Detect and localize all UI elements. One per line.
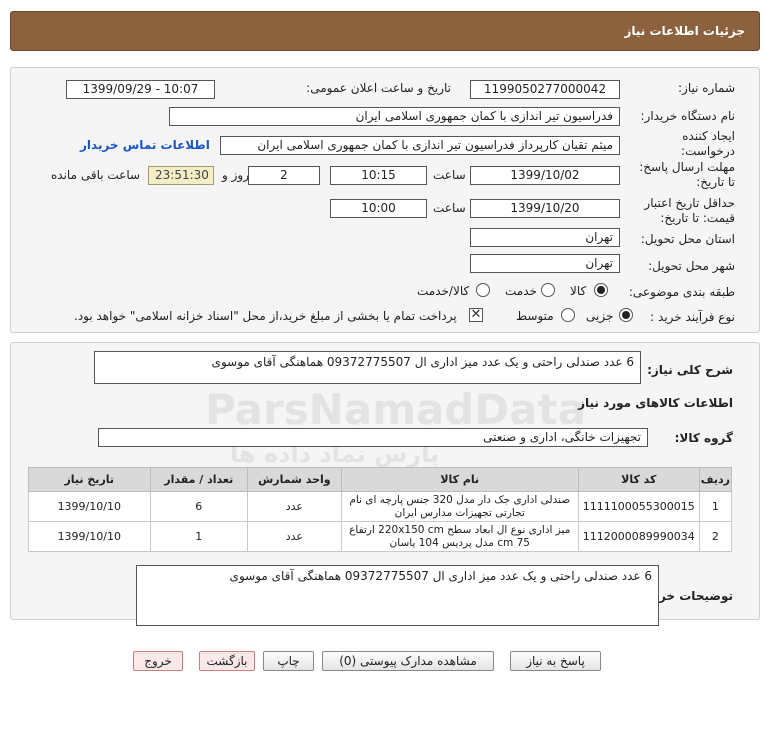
cell-qty: 1 [149,521,249,552]
cell-date: 1399/10/10 [28,491,151,522]
treasury-payment-note: پرداخت تمام یا بخشی از مبلغ خرید،از محل … [74,309,457,323]
process-radio-medium[interactable] [561,308,575,322]
page-header: جزئیات اطلاعات نیاز [10,11,760,51]
validity-time-field: 10:00 [330,199,427,218]
remaining-timer: 23:51:30 [148,166,214,185]
col-header-name: نام کالا [340,467,579,492]
process-option-minor: جزیی [586,309,614,323]
deadline-time-label: ساعت [433,168,466,182]
print-button[interactable]: چاپ [263,651,314,671]
summary-field: 6 عدد صندلی راحتی و یک عدد میز اداری ال … [94,351,641,384]
col-header-qty: تعداد / مقدار [149,467,249,492]
exit-button[interactable]: خروج [133,651,183,671]
remaining-label: ساعت باقی مانده [51,168,141,182]
deadline-date-field: 1399/10/02 [470,166,620,185]
items-table: ردیف کد کالا نام کالا واحد شمارش تعداد /… [28,467,733,552]
days-count-field: 2 [248,166,320,185]
announce-date-field: 1399/09/29 - 10:07 [66,80,215,99]
col-header-unit: واحد شمارش [247,467,342,492]
province-field: تهران [470,228,620,247]
city-field: تهران [470,254,620,273]
category-radio-service[interactable] [541,283,555,297]
contact-buyer-link[interactable]: اطلاعات تماس خریدار [80,138,210,152]
process-label: نوع فرآیند خرید : [650,310,735,324]
cell-unit: عدد [247,521,342,552]
buyer-org-label: نام دستگاه خریدار: [640,109,736,123]
need-number-label: شماره نیاز: [678,81,735,95]
category-radio-goods-service[interactable] [476,283,490,297]
deadline-label: مهلت ارسال پاسخ: تا تاریخ: [639,160,735,189]
cell-row: 2 [698,521,733,552]
category-radio-goods[interactable] [594,283,608,297]
attachments-button[interactable]: مشاهده مدارک پیوستی (0) [322,651,494,671]
category-label: طبقه بندی موضوعی: [628,285,735,299]
reply-button[interactable]: پاسخ به نیاز [510,651,601,671]
table-row: 2 1112000089990034 میز اداری نوع ال ابعا… [28,521,733,552]
creator-field: میثم تقیان کارپرداز فدراسیون تیر اندازی … [220,136,620,155]
page-title: جزئیات اطلاعات نیاز [624,24,745,38]
cell-name: صندلی اداری جک دار مدل 320 جنس پارچه ای … [340,491,579,522]
table-header-row: ردیف کد کالا نام کالا واحد شمارش تعداد /… [28,467,733,492]
need-number-field: 1199050277000042 [470,80,620,99]
col-header-code: کد کالا [577,467,700,492]
cell-date: 1399/10/10 [28,521,151,552]
col-header-date: تاریخ نیاز [28,467,151,492]
category-option-goods: کالا [570,284,587,298]
category-option-goods-service: کالا/خدمت [417,284,470,298]
cell-row: 1 [698,491,733,522]
announce-date-label: تاریخ و ساعت اعلان عمومی: [306,81,451,95]
cell-code: 1111100055300015 [577,491,700,522]
treasury-payment-checkbox[interactable]: ✕ [469,308,483,322]
cell-qty: 6 [149,491,249,522]
province-label: استان محل تحویل: [640,232,735,246]
validity-label: حداقل تاریخ اعتبار قیمت: تا تاریخ: [644,196,735,225]
cell-code: 1112000089990034 [577,521,700,552]
col-header-row: ردیف [698,467,733,492]
category-option-service: خدمت [505,284,537,298]
validity-time-label: ساعت [433,201,466,215]
summary-label: شرح کلی نیاز: [647,363,733,377]
process-option-medium: متوسط [516,309,554,323]
table-row: 1 1111100055300015 صندلی اداری جک دار مد… [28,491,733,522]
items-section-title: اطلاعات کالاهای مورد نیاز [578,396,733,410]
creator-label: ایجاد کننده درخواست: [681,129,735,158]
city-label: شهر محل تحویل: [648,259,735,273]
buyer-org-field: فدراسیون تیر اندازی با کمان جمهوری اسلام… [169,107,620,126]
days-label: روز و [222,168,249,182]
buyer-notes-field: 6 عدد صندلی راحتی و یک عدد میز اداری ال … [136,565,659,626]
cell-name: میز اداری نوع ال ابعاد سطح 220x150 cm ار… [340,521,579,552]
item-group-field: تجهیزات خانگی، اداری و صنعتی [98,428,648,447]
back-button[interactable]: بازگشت [199,651,255,671]
item-group-label: گروه کالا: [674,431,733,445]
deadline-time-field: 10:15 [330,166,427,185]
validity-date-field: 1399/10/20 [470,199,620,218]
process-radio-minor[interactable] [619,308,633,322]
cell-unit: عدد [247,491,342,522]
